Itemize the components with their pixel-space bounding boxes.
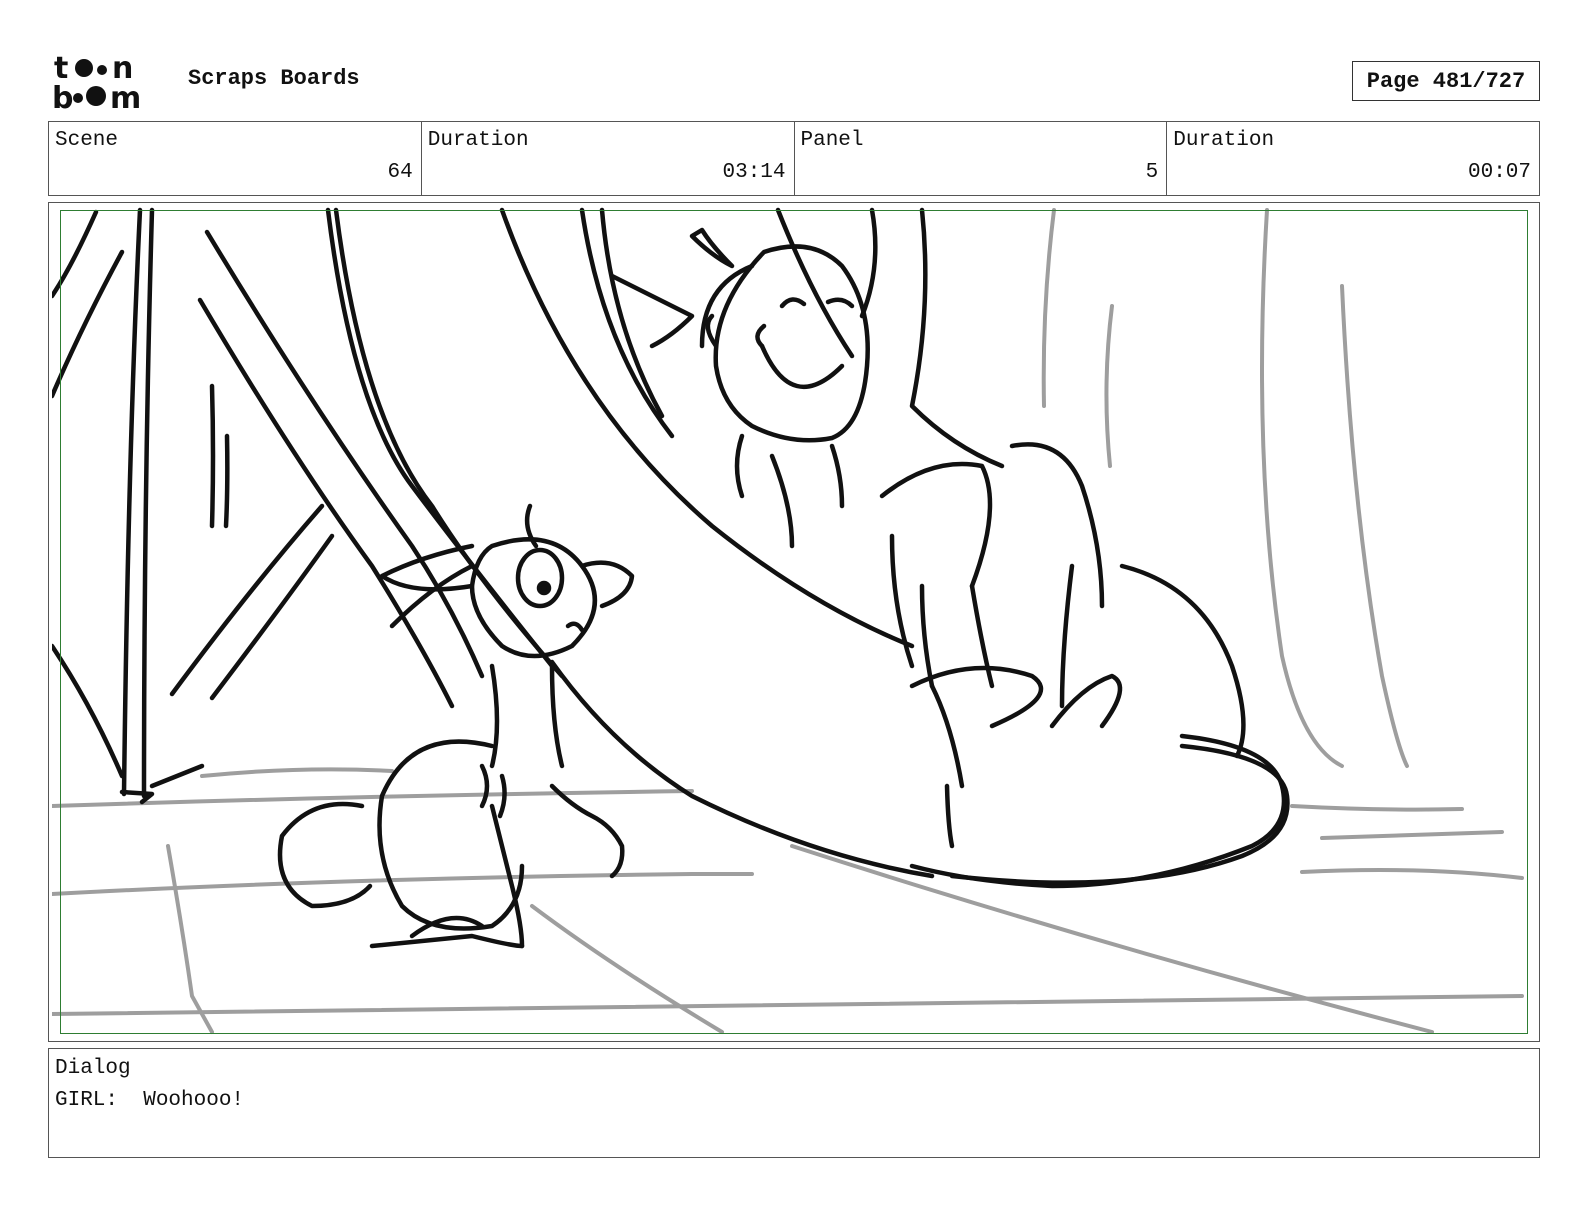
scene-duration-value: 03:14 xyxy=(722,161,786,184)
panel-value: 5 xyxy=(1145,161,1159,184)
panel-duration-label: Duration xyxy=(1173,129,1275,152)
scene-label: Scene xyxy=(55,129,119,152)
scene-duration-label: Duration xyxy=(427,129,529,152)
scene-duration-cell: Duration 03:14 xyxy=(422,122,795,195)
panel-label: Panel xyxy=(800,129,864,152)
storyboard-sketch xyxy=(52,207,1524,1034)
page-indicator: Page 481/727 xyxy=(1352,61,1540,101)
panel-info-row: Scene 64 Duration 03:14 Panel 5 Duration… xyxy=(48,121,1540,196)
scene-cell: Scene 64 xyxy=(49,122,422,195)
dialog-box: Dialog GIRL: Woohooo! xyxy=(48,1048,1540,1158)
toon-boom-logo: t n b m xyxy=(52,52,141,110)
panel-cell: Panel 5 xyxy=(795,122,1168,195)
dialog-line: GIRL: Woohooo! xyxy=(55,1089,245,1112)
scene-value: 64 xyxy=(387,161,413,184)
document-title: Scraps Boards xyxy=(188,66,360,91)
foreground-sketch xyxy=(52,207,1290,949)
dialog-label: Dialog xyxy=(55,1057,131,1080)
svg-text:m: m xyxy=(110,81,141,110)
panel-duration-cell: Duration 00:07 xyxy=(1167,122,1539,195)
svg-text:b: b xyxy=(52,81,73,110)
panel-duration-value: 00:07 xyxy=(1467,161,1531,184)
